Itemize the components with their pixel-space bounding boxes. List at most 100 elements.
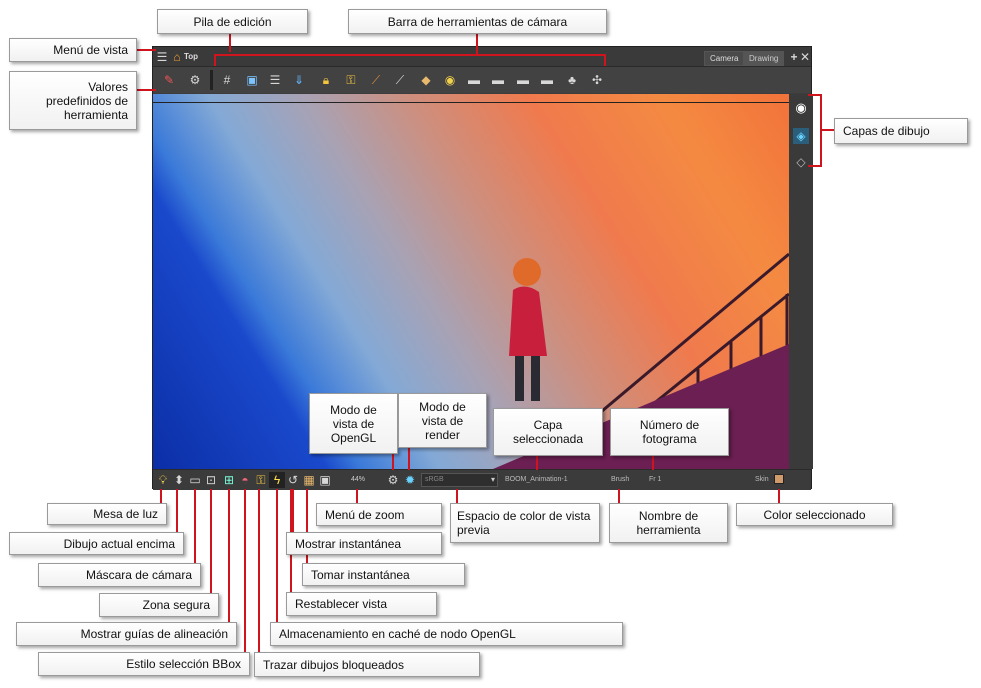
callout-drawing-layers: Capas de dibujo <box>834 118 968 144</box>
callout-safe-area: Zona segura <box>99 593 219 617</box>
view-topbar: ☰ ⌂ Top Camera Drawing + ✕ <box>153 47 811 67</box>
view-label: Top <box>184 52 199 61</box>
safe-area-icon[interactable]: ⊡ <box>203 472 219 488</box>
leader <box>244 489 246 655</box>
import-icon[interactable]: ⇓ <box>291 72 307 88</box>
drawing-layers-bar: ◉ ◈ ◇ <box>789 94 813 469</box>
stack-icon-4[interactable]: ▬ <box>539 72 555 88</box>
callout-zoom-menu: Menú de zoom <box>316 503 442 526</box>
bbox-style-icon[interactable]: ◓ <box>237 472 253 488</box>
callout-selected-layer: Capa seleccionada <box>493 408 603 456</box>
opengl-view-icon[interactable]: ⚙ <box>385 472 401 488</box>
leader <box>194 489 196 563</box>
light-bulb-icon[interactable]: ◉ <box>442 72 458 88</box>
leader <box>160 489 162 503</box>
status-bar: 💡︎ ⬍ ▭ ⊡ ⊞ ◓ ⚿ ϟ ↺ ▦ ▣ 44% ⚙ ✹ sRGB ▾ BO… <box>153 469 811 490</box>
current-drawing-on-top-icon[interactable]: ⬍ <box>171 472 187 488</box>
leader <box>618 489 620 503</box>
leader <box>536 456 538 470</box>
callout-opengl-view: Modo de vista de OpenGL <box>309 393 398 454</box>
leader <box>392 454 394 470</box>
peg-icon[interactable]: ◆ <box>418 72 434 88</box>
rig-icon[interactable]: ✣ <box>589 72 605 88</box>
color-space-select[interactable]: sRGB ▾ <box>421 473 498 487</box>
measure-icon[interactable]: ⟋ <box>392 72 408 88</box>
leader <box>214 54 216 66</box>
callout-tool-name: Nombre de herramienta <box>609 503 728 543</box>
puppet-icon[interactable]: ♣ <box>564 72 580 88</box>
lock-icon[interactable]: 🔒︎ <box>318 72 334 88</box>
tab-drawing[interactable]: Drawing <box>743 51 785 66</box>
leader <box>258 489 260 655</box>
callout-camera-toolbar: Barra de herramientas de cámara <box>348 9 607 34</box>
callout-bbox-style: Estilo selección BBox <box>38 652 250 676</box>
callout-opengl-cache: Almacenamiento en caché de nodo OpenGL <box>270 622 623 646</box>
reset-view-icon[interactable]: ↺ <box>285 472 301 488</box>
callout-camera-mask: Máscara de cámara <box>38 563 201 587</box>
zoom-menu[interactable]: 44% <box>351 476 365 483</box>
leader <box>356 489 358 503</box>
tool-presets-icon[interactable]: ✎ <box>161 72 177 88</box>
leader <box>229 34 231 52</box>
leader <box>652 456 654 470</box>
locked-drawings-icon[interactable]: ⚿ <box>253 472 269 488</box>
selected-color-name: Skin <box>755 476 769 483</box>
gear-icon[interactable]: ⚙ <box>187 72 203 88</box>
frame-number: Fr 1 <box>649 476 662 483</box>
eye-icon[interactable]: ◉ <box>793 100 809 116</box>
camera-mask-icon[interactable]: ▭ <box>187 472 203 488</box>
color-space-value: sRGB <box>425 476 444 483</box>
callout-light-table: Mesa de luz <box>47 503 167 525</box>
callout-current-drawing-top: Dibujo actual encima <box>9 532 184 555</box>
tab-camera[interactable]: Camera <box>704 51 745 66</box>
leader <box>136 49 156 51</box>
leader <box>210 489 212 593</box>
leader <box>292 489 294 533</box>
alignment-guides-icon[interactable]: ⊞ <box>221 472 237 488</box>
callout-show-snapshot: Mostrar instantánea <box>286 532 442 555</box>
leader <box>214 54 606 56</box>
toolbar-separator <box>210 70 213 90</box>
leader <box>778 489 780 503</box>
leader <box>456 489 458 503</box>
stack-icon-1[interactable]: ▬ <box>466 72 482 88</box>
close-icon[interactable]: ✕ <box>797 49 813 65</box>
selected-layer-name: BOOM_Animation-1 <box>505 476 568 483</box>
callout-view-menu: Menú de vista <box>9 38 137 62</box>
render-view-icon[interactable]: ✹ <box>402 472 418 488</box>
callout-take-snapshot: Tomar instantánea <box>302 563 465 586</box>
line-tool-icon[interactable]: ⟋ <box>368 72 384 88</box>
leader <box>136 89 156 91</box>
leader <box>476 34 478 54</box>
callout-edit-stack: Pila de edición <box>157 9 308 34</box>
light-table-icon[interactable]: 💡︎ <box>155 472 171 488</box>
onion-skin-icon[interactable]: ☰ <box>267 72 283 88</box>
grid-icon[interactable]: # <box>219 72 235 88</box>
leader <box>408 448 410 470</box>
tool-name: Brush <box>611 476 630 483</box>
stack-icon-3[interactable]: ▬ <box>515 72 531 88</box>
unlock-icon[interactable]: ⚿ <box>343 72 359 88</box>
callout-tool-presets: Valores predefinidos de herramienta <box>9 71 137 130</box>
callout-frame-number: Número de fotograma <box>610 408 729 456</box>
leader <box>276 489 278 623</box>
opengl-cache-icon[interactable]: ϟ <box>269 472 285 488</box>
field-guide-icon[interactable]: ▣ <box>244 72 260 88</box>
callout-render-view: Modo de vista de render <box>398 393 487 448</box>
leader <box>176 489 178 533</box>
chevron-down-icon: ▾ <box>490 475 495 484</box>
character <box>509 258 547 401</box>
view-menu-icon[interactable]: ☰ <box>154 49 170 65</box>
callout-selected-color: Color seleccionado <box>736 503 893 526</box>
take-snapshot-icon[interactable]: ▦ <box>301 472 317 488</box>
show-snapshot-icon[interactable]: ▣ <box>317 472 333 488</box>
leader <box>808 165 822 167</box>
layer-line-art-icon[interactable]: ◈ <box>793 128 809 144</box>
leader <box>604 54 606 66</box>
layer-color-art-icon[interactable]: ◇ <box>793 154 809 170</box>
home-icon[interactable]: ⌂ <box>169 49 185 65</box>
callout-reset-view: Restablecer vista <box>286 592 437 616</box>
stack-icon-2[interactable]: ▬ <box>490 72 506 88</box>
callout-show-guides: Mostrar guías de alineación <box>16 622 237 646</box>
selected-color-swatch[interactable] <box>774 474 784 484</box>
